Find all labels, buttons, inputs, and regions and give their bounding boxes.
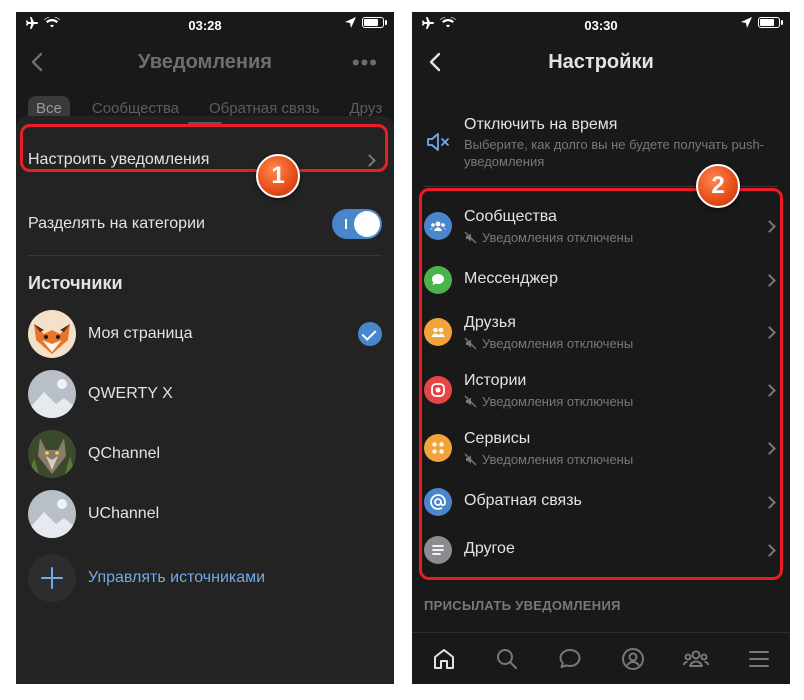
highlight-frame (419, 188, 783, 580)
menu-icon[interactable] (745, 645, 773, 673)
muted-speaker-icon (427, 133, 449, 151)
source-name: QWERTY X (88, 385, 173, 402)
default-avatar (28, 490, 76, 538)
source-row[interactable]: QWERTY X (28, 370, 382, 418)
page-title: Уведомления (138, 51, 272, 73)
status-right (741, 17, 783, 28)
battery-icon (758, 17, 783, 28)
battery-icon (362, 17, 387, 28)
page-title: Настройки (548, 51, 654, 73)
source-name: Моя страница (88, 325, 193, 342)
split-categories-toggle[interactable] (332, 209, 382, 239)
fox-avatar (28, 310, 76, 358)
default-avatar (28, 370, 76, 418)
sources-title: Источники (28, 273, 123, 293)
notification-settings-sheet: Настроить уведомления Разделять на катег… (16, 116, 394, 684)
right-phone-screen: 03:30 Настройки Отключить на время Выбер… (412, 12, 790, 684)
left-phone-screen: 03:28 Уведомления ••• Все Сообщества Обр… (16, 12, 394, 684)
more-icon[interactable]: ••• (352, 50, 378, 76)
split-categories-row: Разделять на категории (16, 200, 394, 248)
highlight-frame (20, 124, 388, 172)
plus-icon (28, 554, 76, 602)
friends-tab-icon[interactable] (682, 645, 710, 673)
divider (28, 255, 382, 256)
search-icon[interactable] (493, 645, 521, 673)
wolf-avatar (28, 430, 76, 478)
location-icon (741, 17, 752, 28)
mute-label: Отключить на время (464, 116, 618, 133)
profile-icon[interactable] (619, 645, 647, 673)
step-badge: 1 (256, 154, 300, 198)
checkmark-icon (358, 322, 382, 346)
source-row[interactable]: UChannel (28, 490, 382, 538)
status-time: 03:28 (188, 18, 222, 33)
step-badge: 2 (696, 164, 740, 208)
source-row[interactable]: Моя страница (28, 310, 382, 358)
location-icon (345, 17, 356, 28)
manage-sources-label: Управлять источниками (88, 569, 266, 586)
source-name: UChannel (88, 505, 160, 522)
source-row[interactable]: QChannel (28, 430, 382, 478)
home-icon[interactable] (430, 645, 458, 673)
bottom-tabbar (412, 632, 790, 684)
mute-description: Выберите, как долго вы не будете получат… (464, 137, 765, 169)
status-bar: 03:30 (412, 12, 790, 38)
send-notifications-section: ПРИСЫЛАТЬ УВЕДОМЛЕНИЯ (424, 598, 621, 613)
source-name: QChannel (88, 445, 161, 462)
navbar: Уведомления ••• (16, 42, 394, 82)
status-time: 03:30 (584, 18, 618, 33)
split-categories-label: Разделять на категории (28, 215, 205, 232)
status-right (345, 17, 387, 28)
messages-icon[interactable] (556, 645, 584, 673)
status-bar: 03:28 (16, 12, 394, 38)
mute-temporarily-row[interactable]: Отключить на время Выберите, как долго в… (412, 112, 790, 176)
manage-sources-row[interactable]: Управлять источниками (28, 554, 382, 602)
